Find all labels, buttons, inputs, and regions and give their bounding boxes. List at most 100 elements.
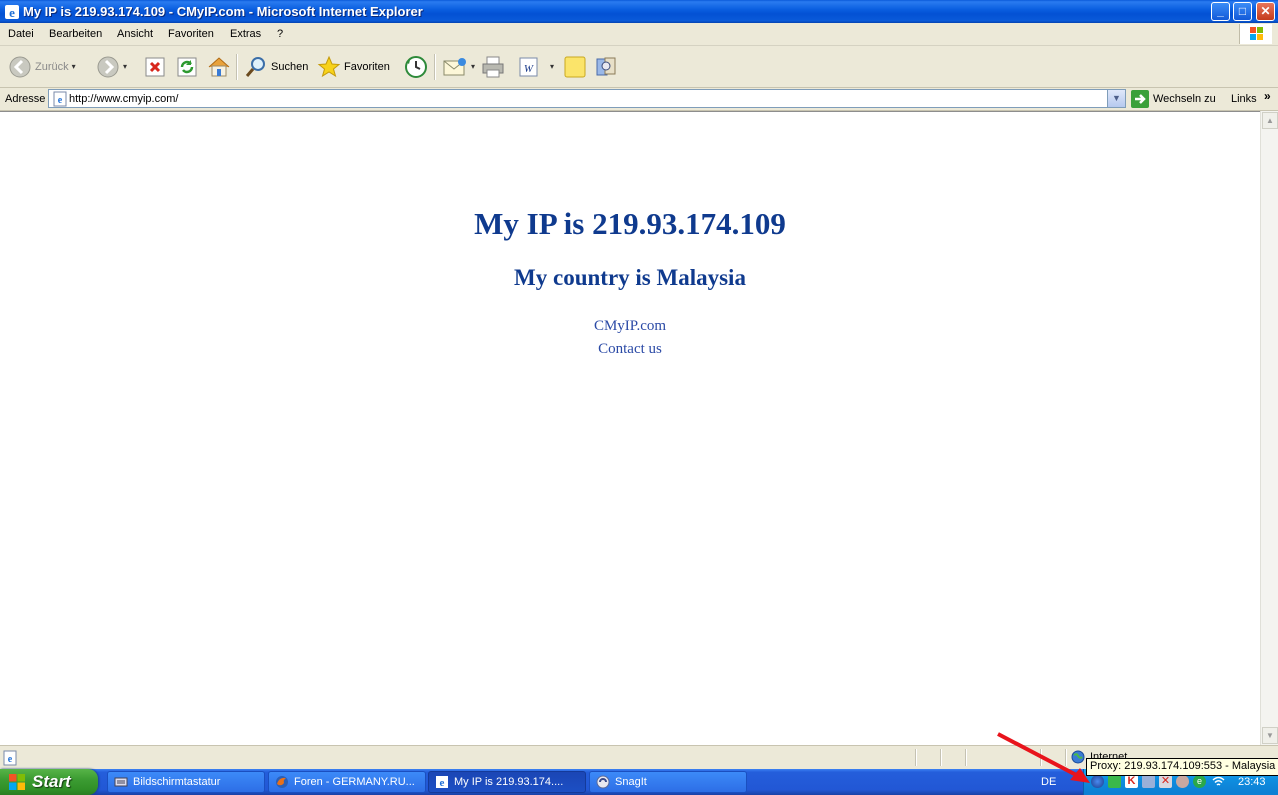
favorites-label: Favoriten [344,60,390,73]
update-tray-icon[interactable]: e [1193,775,1206,788]
svg-text:W: W [524,63,534,75]
mail-icon [443,57,466,75]
links-label[interactable]: Links [1231,93,1257,105]
antivirus-tray-icon[interactable]: K [1125,775,1138,788]
back-arrow-icon [9,56,31,77]
menu-view[interactable]: Ansicht [117,28,153,40]
window-title: My IP is 219.93.174.109 - CMyIP.com - Mi… [23,4,423,19]
svg-text:e: e [9,5,15,20]
task-button[interactable]: e My IP is 219.93.174.... [428,771,586,793]
firefox-icon [276,776,288,788]
menu-tools[interactable]: Extras [230,28,261,40]
task-button[interactable]: Foren - GERMANY.RU... [268,771,426,793]
mail-button[interactable]: ▾ [442,46,475,87]
edit-dropdown-icon[interactable]: ▾ [550,62,554,71]
svg-text:e: e [58,95,63,106]
menu-help[interactable]: ? [277,28,283,40]
standard-toolbar: Zurück ▾ ▾ Suchen Favoriten ▾ W ▾ [0,46,1278,88]
back-label: Zurück [35,60,69,73]
favorites-button[interactable]: Favoriten [317,46,390,87]
print-button[interactable] [480,46,506,87]
back-button[interactable]: Zurück ▾ [8,46,76,87]
minimize-button[interactable]: _ [1211,2,1230,21]
status-separator [965,749,967,766]
snagit-icon [596,775,610,789]
links-chevron-icon[interactable]: » [1264,89,1271,103]
ie-icon: e [436,776,448,789]
svg-text:e: e [8,754,13,765]
page-title: My IP is 219.93.174.109 [474,206,786,241]
discuss-button[interactable] [563,46,587,87]
address-label: Adresse [5,93,46,105]
menu-file[interactable]: Datei [8,28,34,40]
toolbar-separator [434,54,436,80]
start-label: Start [32,772,71,791]
wifi-tray-icon[interactable] [1212,775,1225,788]
address-input[interactable] [69,91,1099,106]
toolbar-separator [236,54,238,80]
menu-edit[interactable]: Bearbeiten [49,28,102,40]
back-dropdown-icon[interactable]: ▾ [72,62,76,71]
task-label: Bildschirmtastatur [133,776,221,788]
address-field[interactable]: e ▼ [48,89,1126,108]
refresh-button[interactable] [177,46,197,87]
printer-icon [482,56,504,77]
menu-favorites[interactable]: Favoriten [168,28,214,40]
scroll-up-icon[interactable]: ▲ [1262,112,1278,129]
mail-dropdown-icon[interactable]: ▾ [471,62,475,71]
windows-flag-icon [9,774,25,790]
menu-bar: Datei Bearbeiten Ansicht Favoriten Extra… [0,23,1278,46]
research-icon [596,57,616,75]
volume-tray-icon[interactable] [1142,775,1155,788]
scroll-down-icon[interactable]: ▼ [1262,727,1278,744]
vertical-scrollbar[interactable]: ▲ ▼ [1260,111,1278,745]
keyboard-icon [114,777,128,787]
history-button[interactable] [403,46,429,87]
page-icon: e [53,91,67,107]
go-button[interactable]: Wechseln zu [1131,89,1216,109]
favorites-star-icon [317,55,341,77]
search-icon [245,56,265,77]
page-status-icon: e [3,750,17,766]
history-icon [405,55,427,78]
contact-link[interactable]: Contact us [0,341,1260,358]
forward-arrow-icon [97,56,119,77]
task-label: SnagIt [615,776,647,788]
home-button[interactable] [207,46,231,87]
edit-word-button[interactable]: W ▾ [517,46,554,87]
task-button[interactable]: SnagIt [589,771,747,793]
status-separator [915,749,917,766]
stop-icon [145,57,165,76]
go-label: Wechseln zu [1153,93,1216,105]
maximize-button[interactable]: □ [1233,2,1252,21]
network-tray-icon[interactable] [1108,775,1121,788]
task-label: Foren - GERMANY.RU... [294,776,415,788]
cmyip-link[interactable]: CMyIP.com [0,318,1260,335]
wifi-signal-icon [1212,776,1225,786]
stop-button[interactable] [145,46,165,87]
task-label: My IP is 219.93.174.... [454,776,564,788]
word-icon: W [519,57,538,76]
close-button[interactable]: ✕ [1256,2,1275,21]
search-button[interactable]: Suchen [244,46,308,87]
annotation-arrow-icon [997,732,1090,783]
title-bar[interactable]: e My IP is 219.93.174.109 - CMyIP.com - … [0,0,1278,23]
forward-dropdown-icon[interactable]: ▾ [123,62,127,71]
task-button[interactable]: Bildschirmtastatur [107,771,265,793]
country-heading: My country is Malaysia [514,265,746,290]
home-icon [208,56,230,76]
forward-button[interactable]: ▾ [96,46,127,87]
ie-icon: e [5,5,19,20]
address-dropdown-icon[interactable]: ▼ [1107,90,1125,107]
page-content: My IP is 219.93.174.109 My country is Ma… [0,111,1260,745]
sticky-note-icon [564,56,586,77]
start-button[interactable]: Start [0,769,98,795]
svg-text:e: e [440,777,445,789]
messenger-tray-icon[interactable] [1176,775,1189,788]
address-bar: Adresse e ▼ Wechseln zu Links » [0,88,1278,111]
clock: 23:43 [1238,776,1266,788]
disconnected-tray-icon[interactable]: ✕ [1159,775,1172,788]
go-arrow-icon [1131,90,1149,108]
refresh-icon [177,57,197,76]
messenger-button[interactable] [594,46,618,87]
